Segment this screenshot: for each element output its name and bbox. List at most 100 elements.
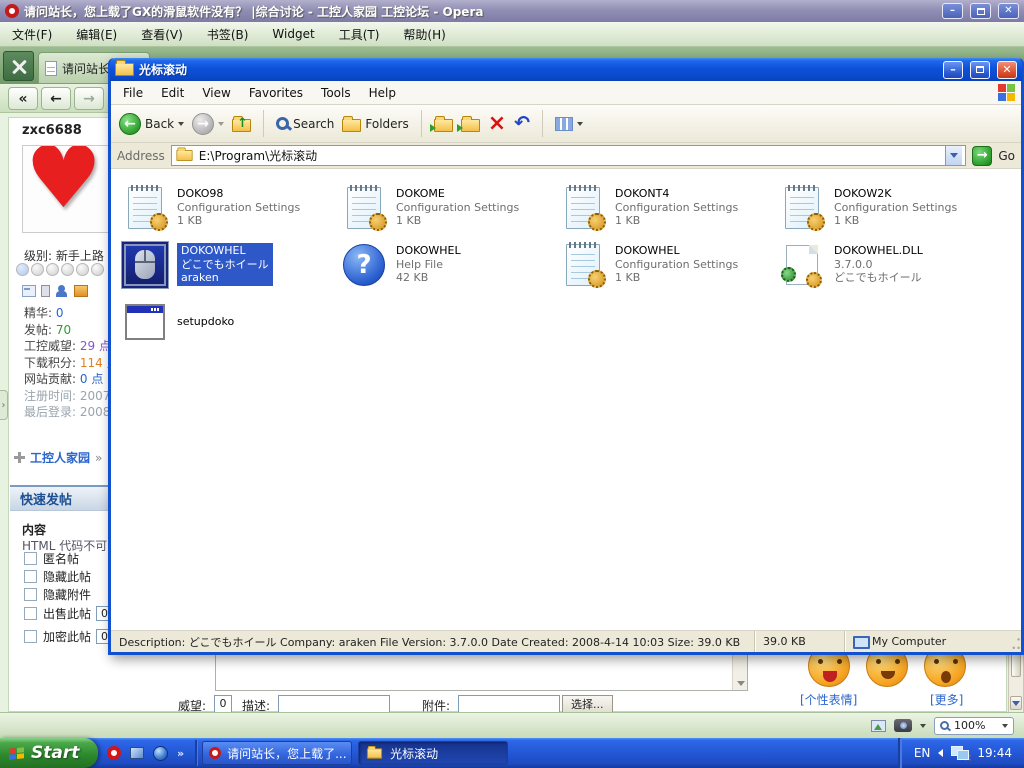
explorer-window-title: 光标滚动	[139, 61, 187, 78]
folders-button[interactable]: Folders	[342, 115, 408, 132]
file-tile-selected[interactable]: DOKOWHELどこでもホイールaraken	[118, 236, 337, 293]
add-friend-icon[interactable]	[55, 285, 69, 297]
opera-minimize-button[interactable]: –	[942, 3, 963, 19]
chevron-more-icon[interactable]: »	[177, 747, 184, 760]
checkbox[interactable]	[24, 588, 37, 601]
clock: 19:44	[977, 746, 1012, 760]
menu-edit[interactable]: 编辑(E)	[76, 26, 117, 43]
move-to-button[interactable]	[434, 115, 453, 132]
file-tiles: DOKO98Configuration Settings1 KB DOKOMEC…	[118, 179, 994, 350]
undo-button[interactable]: ↶	[514, 114, 530, 133]
search-button[interactable]: Search	[276, 117, 334, 131]
file-tile[interactable]: DOKO98Configuration Settings1 KB	[118, 179, 337, 236]
views-dropdown-icon[interactable]	[577, 122, 583, 126]
network-disconnected-icon[interactable]: ×	[951, 746, 969, 760]
checkbox[interactable]	[24, 552, 37, 565]
up-button[interactable]: ↑	[232, 115, 251, 132]
address-dropdown-button[interactable]	[945, 146, 962, 165]
go-button[interactable]: →	[972, 146, 992, 166]
forward-dropdown-icon[interactable]	[218, 122, 224, 126]
explorer-minimize-button[interactable]: –	[943, 61, 963, 79]
menu-file[interactable]: File	[123, 86, 143, 100]
option-hide-post: 隐藏此帖	[24, 568, 91, 585]
wallet-icon[interactable]	[74, 285, 88, 297]
zoom-control[interactable]: 100%	[934, 717, 1014, 735]
tab-label: 请问站长	[62, 60, 110, 77]
menu-tools[interactable]: 工具(T)	[339, 26, 380, 43]
menu-tools[interactable]: Tools	[321, 86, 351, 100]
delete-button[interactable]: ×	[488, 113, 506, 135]
undo-icon: ↶	[514, 114, 530, 133]
weiwang-label: 威望:	[178, 697, 206, 712]
forum-username[interactable]: zxc6688	[22, 123, 82, 138]
file-tile[interactable]: DOKOMEConfiguration Settings1 KB	[337, 179, 556, 236]
panels-toggle-button[interactable]	[3, 51, 34, 81]
menu-file[interactable]: 文件(F)	[12, 26, 52, 43]
opera-restore-button[interactable]	[970, 3, 991, 19]
opera-close-button[interactable]: ✕	[998, 3, 1019, 19]
tray-expand-icon[interactable]	[938, 749, 943, 757]
phone-icon[interactable]	[41, 285, 50, 297]
menu-help[interactable]: 帮助(H)	[403, 26, 445, 43]
menu-widget[interactable]: Widget	[272, 27, 314, 41]
address-input[interactable]: E:\Program\光标滚动	[171, 145, 967, 166]
file-list-area[interactable]: DOKO98Configuration Settings1 KB DOKOMEC…	[111, 169, 1021, 630]
browser-globe-icon[interactable]	[153, 746, 168, 761]
menu-view[interactable]: 查看(V)	[141, 26, 183, 43]
checkbox[interactable]	[24, 630, 37, 643]
dropdown-icon[interactable]	[920, 724, 926, 728]
weiwang-field[interactable]: 0	[214, 695, 232, 712]
resize-grip[interactable]	[1009, 631, 1021, 652]
language-indicator[interactable]: EN	[914, 746, 931, 760]
task-button-opera[interactable]: 请问站长，您上载了...	[202, 741, 352, 765]
show-desktop-icon[interactable]	[130, 747, 144, 759]
menu-favorites[interactable]: Favorites	[249, 86, 303, 100]
user-stats: 精华: 0 发帖: 70 工控威望: 29 点 下载积分: 114 点 网站贡献…	[24, 305, 119, 421]
page-scrollbar[interactable]	[1008, 647, 1024, 712]
gear-icon	[806, 272, 822, 288]
opera-quicklaunch-icon[interactable]	[107, 746, 121, 760]
forward-button-opera[interactable]: →	[74, 87, 104, 110]
desc-field[interactable]	[278, 695, 390, 712]
checkbox[interactable]	[24, 570, 37, 583]
menu-help[interactable]: Help	[369, 86, 396, 100]
checkbox[interactable]	[24, 607, 37, 620]
camera-icon[interactable]	[894, 719, 912, 732]
panel-splitter-handle[interactable]: ›	[0, 390, 8, 420]
medal-icon	[31, 263, 44, 276]
profile-card-icon[interactable]	[22, 285, 36, 297]
custom-emoticons-link[interactable]: [个性表情]	[800, 691, 857, 708]
images-toggle-icon[interactable]	[871, 720, 886, 732]
menu-view[interactable]: View	[202, 86, 230, 100]
file-tile[interactable]: ? DOKOWHELHelp File42 KB	[337, 236, 556, 293]
views-button[interactable]	[555, 117, 583, 131]
explorer-maximize-button[interactable]	[970, 61, 990, 79]
menu-bookmarks[interactable]: 书签(B)	[207, 26, 249, 43]
menu-edit[interactable]: Edit	[161, 86, 184, 100]
forward-button[interactable]: →	[192, 113, 224, 135]
back-button[interactable]: ← Back	[119, 113, 184, 135]
forum-home-link[interactable]: 工控人家园 »	[14, 449, 102, 466]
zoom-dropdown-icon[interactable]	[1002, 724, 1008, 728]
file-tile[interactable]: setupdoko	[118, 293, 337, 350]
opera-logo-icon	[5, 4, 19, 18]
copy-to-button[interactable]	[461, 115, 480, 132]
scroll-down-button[interactable]	[1010, 696, 1022, 710]
file-tile[interactable]: DOKOWHELConfiguration Settings1 KB	[556, 236, 775, 293]
opera-titlebar[interactable]: 请问站长，您上载了GX的滑鼠软件没有？ |综合讨论 - 工控人家园 工控论坛 -…	[0, 0, 1024, 22]
browse-button[interactable]: 选择...	[562, 695, 613, 712]
file-tile[interactable]: DOKONT4Configuration Settings1 KB	[556, 179, 775, 236]
file-tile[interactable]: DOKOWHEL.DLL3.7.0.0どこでもホイール	[775, 236, 994, 293]
back-dropdown-icon[interactable]	[178, 122, 184, 126]
start-button[interactable]: Start	[0, 738, 98, 768]
back-button-opera[interactable]: ←	[41, 87, 71, 110]
attach-field[interactable]	[458, 695, 560, 712]
more-emoticons-link[interactable]: [更多]	[930, 691, 963, 708]
file-tile[interactable]: DOKOW2KConfiguration Settings1 KB	[775, 179, 994, 236]
rewind-button[interactable]: «	[8, 87, 38, 110]
explorer-titlebar[interactable]: 光标滚动 – ✕	[110, 58, 1022, 81]
magnifier-icon	[940, 721, 949, 730]
explorer-menubar: File Edit View Favorites Tools Help	[111, 81, 1021, 105]
explorer-close-button[interactable]: ✕	[997, 61, 1017, 79]
task-button-explorer[interactable]: 光标滚动	[358, 741, 508, 765]
